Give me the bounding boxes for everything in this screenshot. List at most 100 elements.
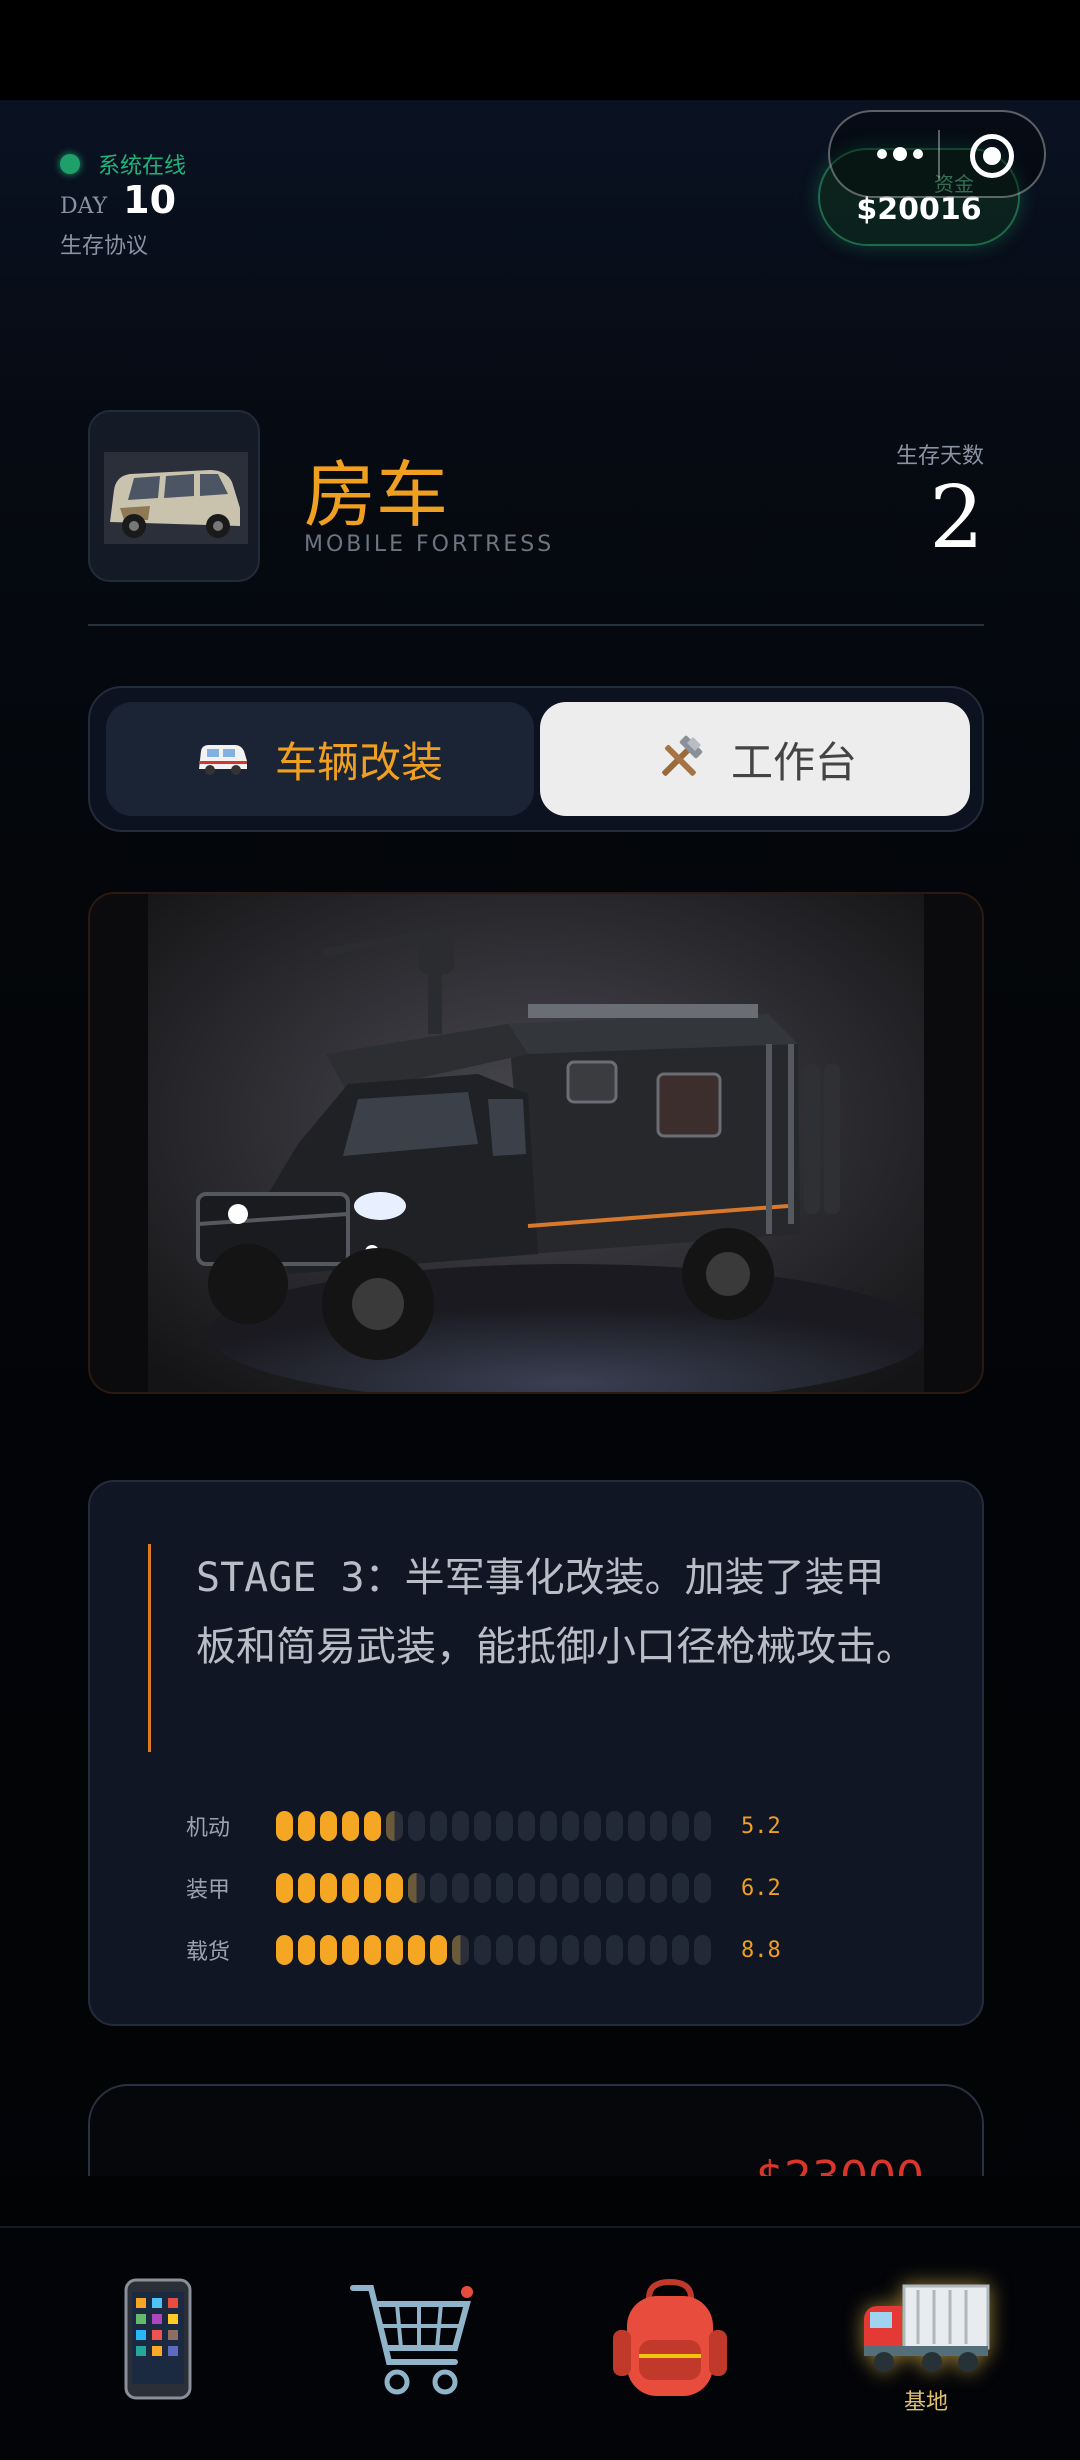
stat-value: 8.8 xyxy=(741,1937,781,1963)
stat-pip xyxy=(364,1811,381,1841)
tools-icon xyxy=(662,735,703,776)
stat-pip xyxy=(540,1935,557,1965)
stat-pip xyxy=(364,1935,381,1965)
stat-pip xyxy=(298,1873,315,1903)
stat-pip xyxy=(430,1873,447,1903)
stat-bar xyxy=(276,1935,711,1965)
survival-days-label: 生存天数 xyxy=(895,444,984,469)
header-subtitle: 生存协议 xyxy=(60,234,149,259)
stat-pip xyxy=(320,1811,337,1841)
tab-vehicle-mod[interactable]: 车辆改装 xyxy=(106,702,534,816)
stat-pip xyxy=(694,1935,711,1965)
stat-pip xyxy=(342,1935,359,1965)
close-icon[interactable] xyxy=(970,134,1014,178)
stat-pip xyxy=(364,1873,381,1903)
stat-pip xyxy=(496,1811,513,1841)
stat-pip xyxy=(606,1935,623,1965)
truck-icon xyxy=(864,2284,990,2372)
more-icon[interactable] xyxy=(860,134,940,174)
van-thumbnail-icon xyxy=(104,452,248,544)
stat-pip xyxy=(298,1935,315,1965)
survival-days-value: 2 xyxy=(929,468,984,568)
stat-pip xyxy=(562,1873,579,1903)
nav-label: 基地 xyxy=(903,2390,948,2415)
tab-label: 工作台 xyxy=(730,737,857,787)
stat-label: 机动 xyxy=(186,1816,231,1841)
stat-pip xyxy=(606,1873,623,1903)
cart-icon xyxy=(350,2285,473,2395)
day-value: 10 xyxy=(123,178,177,222)
vehicle-image-card xyxy=(88,892,984,1394)
scroll-fade xyxy=(0,2176,1080,2230)
stat-pip xyxy=(408,1811,425,1841)
stat-pip xyxy=(672,1873,689,1903)
stat-bar xyxy=(276,1873,711,1903)
stat-value: 5.2 xyxy=(741,1813,781,1839)
miniprogram-capsule xyxy=(828,110,1046,198)
stat-pip xyxy=(430,1811,447,1841)
vehicle-thumbnail xyxy=(88,410,260,582)
stat-pip xyxy=(430,1935,447,1965)
tab-workbench[interactable]: 工作台 xyxy=(540,702,970,816)
stat-pip xyxy=(496,1873,513,1903)
day-label: DAY xyxy=(60,194,108,219)
stat-pip xyxy=(320,1873,337,1903)
capsule-divider xyxy=(938,130,940,180)
stage-description: STAGE 3：半军事化改装。加装了装甲板和简易武装，能抵御小口径枪械攻击。 xyxy=(196,1555,916,1670)
stat-pip xyxy=(694,1811,711,1841)
stat-pip xyxy=(408,1935,425,1965)
stat-pip xyxy=(386,1935,403,1965)
stat-label: 装甲 xyxy=(186,1878,231,1903)
nav-item-backpack[interactable] xyxy=(590,2278,750,2428)
stat-pip xyxy=(650,1873,667,1903)
stat-pip xyxy=(518,1873,535,1903)
stat-pip xyxy=(298,1811,315,1841)
stat-pip xyxy=(672,1935,689,1965)
stat-pip xyxy=(452,1873,469,1903)
stat-pip xyxy=(474,1873,491,1903)
stat-label: 载货 xyxy=(186,1940,231,1965)
stat-row: 装甲 6.2 xyxy=(186,1868,781,1908)
stat-pip xyxy=(452,1811,469,1841)
stat-row: 机动 5.2 xyxy=(186,1806,781,1846)
system-status-bar xyxy=(0,0,1080,100)
stat-pip xyxy=(276,1935,293,1965)
stat-pip xyxy=(694,1873,711,1903)
stat-pip xyxy=(672,1811,689,1841)
bottom-nav: 基地 xyxy=(0,2226,1080,2460)
stat-pip xyxy=(628,1935,645,1965)
stat-pip xyxy=(452,1935,469,1965)
backpack-icon xyxy=(613,2278,727,2396)
stat-pip xyxy=(650,1935,667,1965)
nav-item-shop[interactable] xyxy=(334,2278,494,2428)
stat-pip xyxy=(628,1873,645,1903)
vehicle-name: 房车 xyxy=(304,453,449,537)
stat-pip xyxy=(408,1873,425,1903)
stat-pip xyxy=(342,1873,359,1903)
stat-pip xyxy=(518,1811,535,1841)
stat-pip xyxy=(540,1873,557,1903)
stat-pip xyxy=(276,1873,293,1903)
stat-pip xyxy=(650,1811,667,1841)
stat-pip xyxy=(386,1873,403,1903)
tab-label: 车辆改装 xyxy=(274,737,443,787)
stat-row: 载货 8.8 xyxy=(186,1930,781,1970)
stat-pip xyxy=(474,1811,491,1841)
stat-pip xyxy=(540,1811,557,1841)
vehicle-subtitle: MOBILE FORTRESS xyxy=(304,532,555,557)
online-indicator-icon xyxy=(60,154,80,174)
stat-pip xyxy=(584,1811,601,1841)
stat-pip xyxy=(320,1935,337,1965)
system-status: 系统在线 xyxy=(60,148,186,180)
nav-item-phone[interactable] xyxy=(78,2278,238,2428)
mode-tabs: 车辆改装 工作台 xyxy=(88,686,984,832)
armored-rv-image xyxy=(148,894,928,1392)
phone-icon xyxy=(124,2278,192,2400)
stat-pip xyxy=(562,1811,579,1841)
stat-pip xyxy=(584,1873,601,1903)
accent-bar xyxy=(148,1544,151,1752)
stat-pip xyxy=(474,1935,491,1965)
stat-pip xyxy=(562,1935,579,1965)
nav-item-base[interactable]: 基地 xyxy=(846,2278,1006,2428)
stat-pip xyxy=(606,1811,623,1841)
